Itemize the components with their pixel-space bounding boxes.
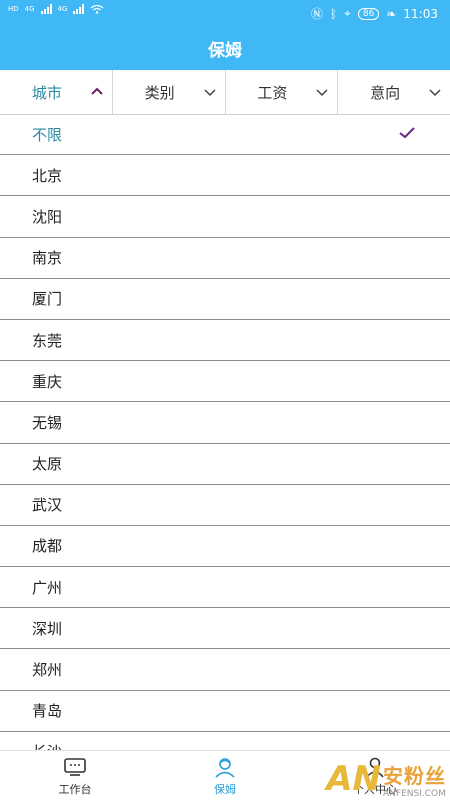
bluetooth-icon: ᛒ [329, 6, 338, 21]
status-bar: HD 4G 4G Ⓝ ᛒ ⌖ 86 ❧ 11:03 [0, 0, 450, 26]
city-option[interactable]: 厦门 [0, 279, 450, 320]
city-option[interactable]: 武汉 [0, 485, 450, 526]
nanny-icon [215, 757, 235, 778]
city-label: 青岛 [32, 702, 63, 721]
city-label: 太原 [32, 455, 63, 474]
city-option[interactable]: 南京 [0, 238, 450, 279]
city-label: 长沙 [32, 741, 62, 750]
filter-tab-label: 意向 [370, 83, 401, 102]
location-icon: ⌖ [344, 6, 351, 20]
city-label: 北京 [32, 166, 63, 185]
page-title: 保姆 [208, 40, 242, 61]
nav-nanny[interactable]: 保姆 [150, 751, 300, 801]
city-label: 东莞 [32, 331, 63, 350]
city-list: 不限 北京 沈阳 南京 厦门 东莞 重庆 无锡 太原 武汉 成都 广州 深圳 郑… [0, 114, 450, 750]
nav-label: 工作台 [58, 782, 92, 796]
city-option[interactable]: 不限 [0, 114, 450, 156]
watermark-main: 安粉丝 [383, 763, 446, 788]
city-option[interactable]: 无锡 [0, 402, 450, 444]
signal-icon [40, 4, 52, 14]
leaf-icon: ❧ [386, 6, 397, 21]
check-icon [399, 127, 415, 139]
city-label: 无锡 [32, 413, 63, 432]
app-header: 保姆 [0, 26, 450, 70]
city-label: 不限 [32, 125, 63, 144]
chevron-down-icon [316, 89, 328, 97]
city-option[interactable]: 东莞 [0, 320, 450, 362]
city-label: 郑州 [32, 661, 63, 680]
city-label: 广州 [32, 578, 63, 597]
city-label: 南京 [32, 249, 63, 268]
filter-tab-label: 城市 [31, 83, 62, 102]
city-label: 成都 [32, 537, 63, 556]
chevron-down-icon [203, 89, 216, 97]
filter-tab-category[interactable]: 类别 [113, 70, 226, 114]
filter-tab-label: 工资 [257, 83, 288, 102]
city-label: 武汉 [32, 496, 63, 515]
wifi-icon [91, 4, 104, 14]
city-option[interactable]: 深圳 [0, 608, 450, 650]
signal-icon-2 [73, 4, 85, 14]
nav-label: 保姆 [214, 782, 236, 796]
hd-label: HD [8, 4, 19, 13]
watermark-logo: AN [326, 759, 381, 799]
nav-workbench[interactable]: 工作台 [0, 751, 150, 801]
filter-bar: 城市 类别 工资 意向 [0, 70, 450, 115]
city-label: 重庆 [32, 372, 63, 391]
city-label: 深圳 [32, 619, 63, 638]
city-option[interactable]: 郑州 [0, 649, 450, 691]
bottom-nav: 工作台 保姆 个人中心 AN 安粉丝 ANFENSI.COM [0, 750, 450, 801]
status-right: Ⓝ ᛒ ⌖ 86 ❧ 11:03 [311, 5, 438, 22]
status-left: HD 4G 4G [8, 4, 104, 14]
watermark-sub: ANFENSI.COM [383, 788, 446, 799]
filter-tab-salary[interactable]: 工资 [226, 70, 339, 114]
filter-tab-label: 类别 [144, 83, 175, 102]
chevron-down-icon [429, 89, 441, 97]
clock: 11:03 [403, 6, 438, 21]
chevron-up-icon [91, 87, 103, 95]
network-label-1: 4G [24, 4, 35, 13]
city-label: 厦门 [32, 290, 63, 309]
filter-tab-intention[interactable]: 意向 [338, 70, 450, 114]
nfc-icon: Ⓝ [310, 7, 323, 21]
watermark: AN 安粉丝 ANFENSI.COM [326, 759, 446, 799]
workbench-icon [64, 757, 86, 776]
network-label-2: 4G [57, 4, 68, 13]
city-option[interactable]: 广州 [0, 567, 450, 609]
city-option[interactable]: 北京 [0, 155, 450, 197]
city-option[interactable]: 沈阳 [0, 196, 450, 238]
city-option[interactable]: 成都 [0, 526, 450, 568]
city-option[interactable]: 重庆 [0, 361, 450, 403]
city-option[interactable]: 青岛 [0, 691, 450, 732]
city-option[interactable]: 长沙 [0, 732, 450, 750]
city-option[interactable]: 太原 [0, 444, 450, 485]
battery-indicator: 86 [357, 7, 380, 20]
watermark-text: 安粉丝 ANFENSI.COM [383, 760, 446, 799]
filter-tab-city[interactable]: 城市 [0, 70, 113, 114]
city-label: 沈阳 [32, 207, 63, 226]
